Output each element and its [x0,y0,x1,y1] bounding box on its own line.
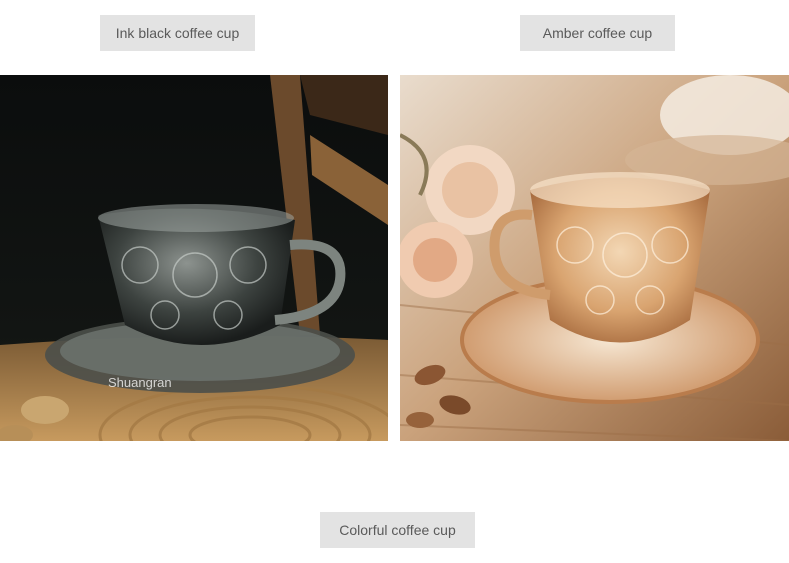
photo-watermark: Shuangran [108,375,172,390]
colorful-cup-label: Colorful coffee cup [320,512,475,548]
amber-cup-label: Amber coffee cup [520,15,675,51]
ink-black-cup-photo: Shuangran [0,75,388,441]
amber-cup-photo [400,75,789,441]
ink-black-cup-label: Ink black coffee cup [100,15,255,51]
ink-black-cup-image [0,75,388,441]
amber-cup-image [400,75,789,441]
